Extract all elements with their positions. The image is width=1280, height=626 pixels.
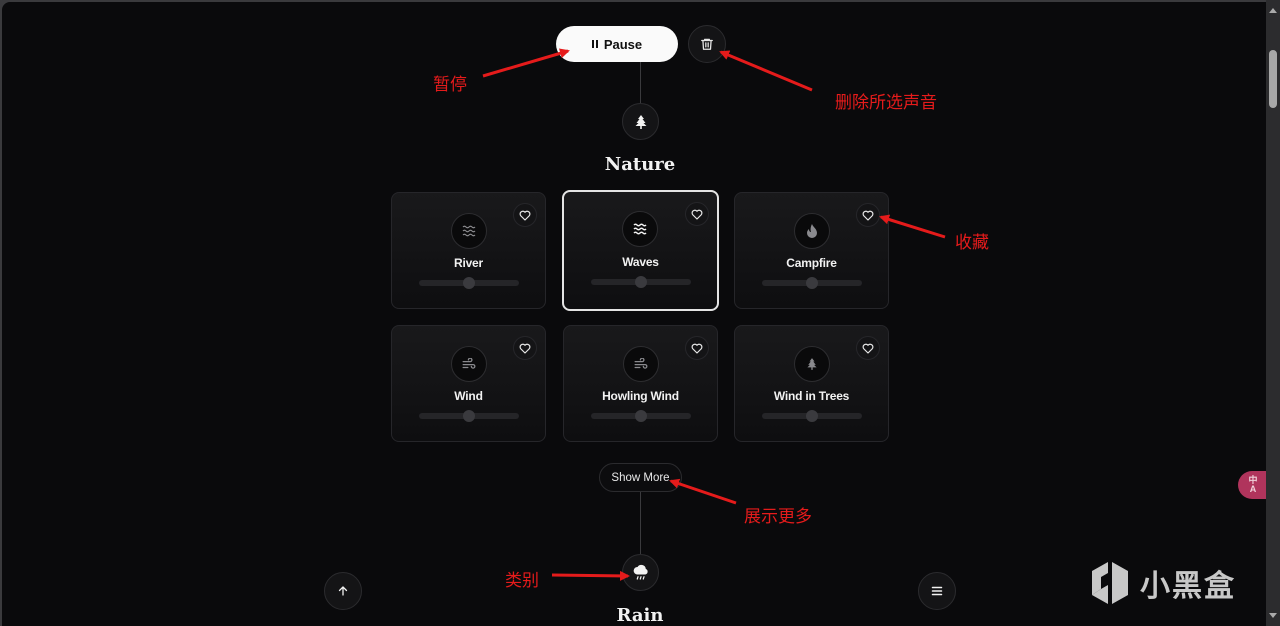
annotation-pause: 暂停 [433, 75, 467, 95]
sound-name: River [453, 256, 484, 270]
waves-icon [633, 223, 647, 235]
sound-name: Wind [454, 389, 483, 403]
scroll-down-arrow[interactable] [1269, 613, 1277, 618]
sound-icon-circle [622, 211, 658, 247]
category-icon-rain [622, 554, 659, 591]
sound-name: Wind in Trees [773, 389, 850, 403]
heart-icon [862, 210, 874, 221]
show-more-button[interactable]: Show More [599, 463, 682, 492]
cloud-rain-icon [633, 564, 648, 580]
menu-icon [931, 586, 943, 596]
tree-icon [807, 358, 817, 370]
sound-card[interactable]: Campfire [734, 192, 889, 309]
volume-slider-knob[interactable] [463, 410, 475, 422]
annotation-favorite: 收藏 [955, 233, 989, 253]
volume-slider-knob[interactable] [463, 277, 475, 289]
heart-icon [862, 343, 874, 354]
pause-icon [591, 40, 598, 48]
arrow-up-icon [338, 586, 348, 596]
volume-slider[interactable] [591, 410, 691, 422]
annotation-show-more: 展示更多 [744, 507, 812, 527]
heart-icon [519, 210, 531, 221]
category-title: Rain [616, 605, 664, 626]
heybox-logo-icon [1092, 562, 1128, 604]
watermark-text: 小黑盒 [1140, 569, 1236, 604]
sound-name: Waves [622, 255, 659, 269]
translate-icon: 中 A [1248, 475, 1258, 494]
heart-icon [519, 343, 531, 354]
favorite-button[interactable] [513, 203, 537, 227]
favorite-button[interactable] [685, 202, 709, 226]
volume-slider-knob[interactable] [635, 276, 647, 288]
app-viewport [2, 2, 1266, 626]
sound-card[interactable]: River [391, 192, 546, 309]
pause-label: Pause [603, 36, 643, 52]
wind-icon [462, 358, 476, 370]
trash-icon [701, 38, 713, 50]
sound-icon-circle [794, 346, 830, 382]
sound-card[interactable]: Wind [391, 325, 546, 442]
heart-icon [691, 209, 703, 220]
sound-card[interactable]: Wind in Trees [734, 325, 889, 442]
heart-icon [691, 343, 703, 354]
favorite-button[interactable] [513, 336, 537, 360]
sound-card[interactable]: Howling Wind [563, 325, 718, 442]
scroll-up-arrow[interactable] [1269, 8, 1277, 13]
pause-button[interactable]: Pause [556, 26, 678, 62]
favorite-button[interactable] [856, 203, 880, 227]
tree-icon [635, 114, 646, 129]
connector-line [640, 62, 641, 104]
water-waves-icon [462, 225, 476, 237]
favorite-button[interactable] [685, 336, 709, 360]
sound-icon-circle [794, 213, 830, 249]
sound-name: Howling Wind [602, 389, 679, 403]
sound-icon-circle [451, 346, 487, 382]
sound-icon-circle [623, 346, 659, 382]
scroll-thumb[interactable] [1269, 50, 1277, 108]
page-scrollbar[interactable] [1266, 0, 1280, 626]
volume-slider-knob[interactable] [806, 410, 818, 422]
category-title: Nature [604, 154, 676, 175]
sound-icon-circle [451, 213, 487, 249]
category-icon-nature [622, 103, 659, 140]
annotation-category: 类别 [505, 571, 539, 591]
translate-extension-button[interactable]: 中 A [1238, 471, 1268, 499]
volume-slider-knob[interactable] [635, 410, 647, 422]
volume-slider[interactable] [762, 277, 862, 289]
annotation-delete-selected: 删除所选声音 [835, 93, 937, 113]
volume-slider[interactable] [419, 410, 519, 422]
wind-icon [634, 358, 648, 370]
volume-slider[interactable] [419, 277, 519, 289]
watermark: 小黑盒 [1088, 559, 1236, 607]
volume-slider[interactable] [591, 276, 691, 288]
sound-name: Campfire [786, 256, 837, 270]
volume-slider[interactable] [762, 410, 862, 422]
delete-selected-button[interactable] [688, 25, 726, 63]
volume-slider-knob[interactable] [806, 277, 818, 289]
menu-button[interactable] [918, 572, 956, 610]
favorite-button[interactable] [856, 336, 880, 360]
sound-card[interactable]: Waves [562, 190, 719, 311]
connector-line [640, 492, 641, 554]
fire-icon [806, 224, 818, 238]
scroll-top-button[interactable] [324, 572, 362, 610]
